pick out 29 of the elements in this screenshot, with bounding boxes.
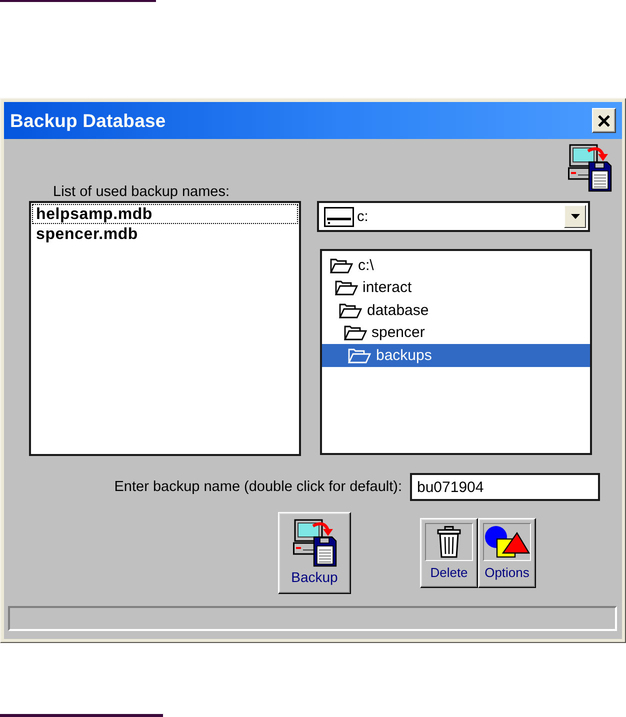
folder-item[interactable]: c:\ — [322, 254, 590, 276]
folder-icon — [348, 346, 371, 364]
list-item[interactable]: spencer.mdb — [32, 224, 298, 244]
window-title: Backup Database — [10, 110, 166, 132]
folder-item[interactable]: backups — [322, 344, 590, 366]
folder-item[interactable]: database — [322, 299, 590, 322]
field-label: Enter backup name (double click for default): — [114, 479, 402, 495]
delete-button[interactable]: Delete — [420, 518, 478, 588]
backup-button[interactable]: Backup — [278, 512, 351, 594]
shapes-icon — [484, 525, 530, 559]
computer-disk-icon — [568, 144, 612, 192]
list-item[interactable]: helpsamp.mdb — [32, 204, 298, 224]
folder-icon — [344, 324, 366, 342]
drive-icon — [324, 206, 354, 226]
trash-can-icon — [437, 526, 461, 558]
folder-item[interactable]: spencer — [322, 322, 590, 344]
caret-icon — [570, 214, 580, 219]
options-button[interactable]: Options — [478, 518, 536, 588]
folder-icon — [330, 256, 353, 274]
dropdown-button[interactable] — [564, 205, 586, 228]
computer-disk-icon — [292, 519, 336, 567]
list-label: List of used backup names: — [53, 184, 230, 200]
backup-name-field[interactable]: bu071904 — [410, 473, 600, 501]
close-button[interactable] — [592, 108, 616, 133]
folder-item[interactable]: interact — [322, 276, 590, 299]
folder-icon — [334, 279, 358, 296]
close-icon — [598, 114, 610, 126]
folder-icon — [339, 302, 362, 319]
drive-dropdown[interactable]: c: — [317, 201, 590, 232]
